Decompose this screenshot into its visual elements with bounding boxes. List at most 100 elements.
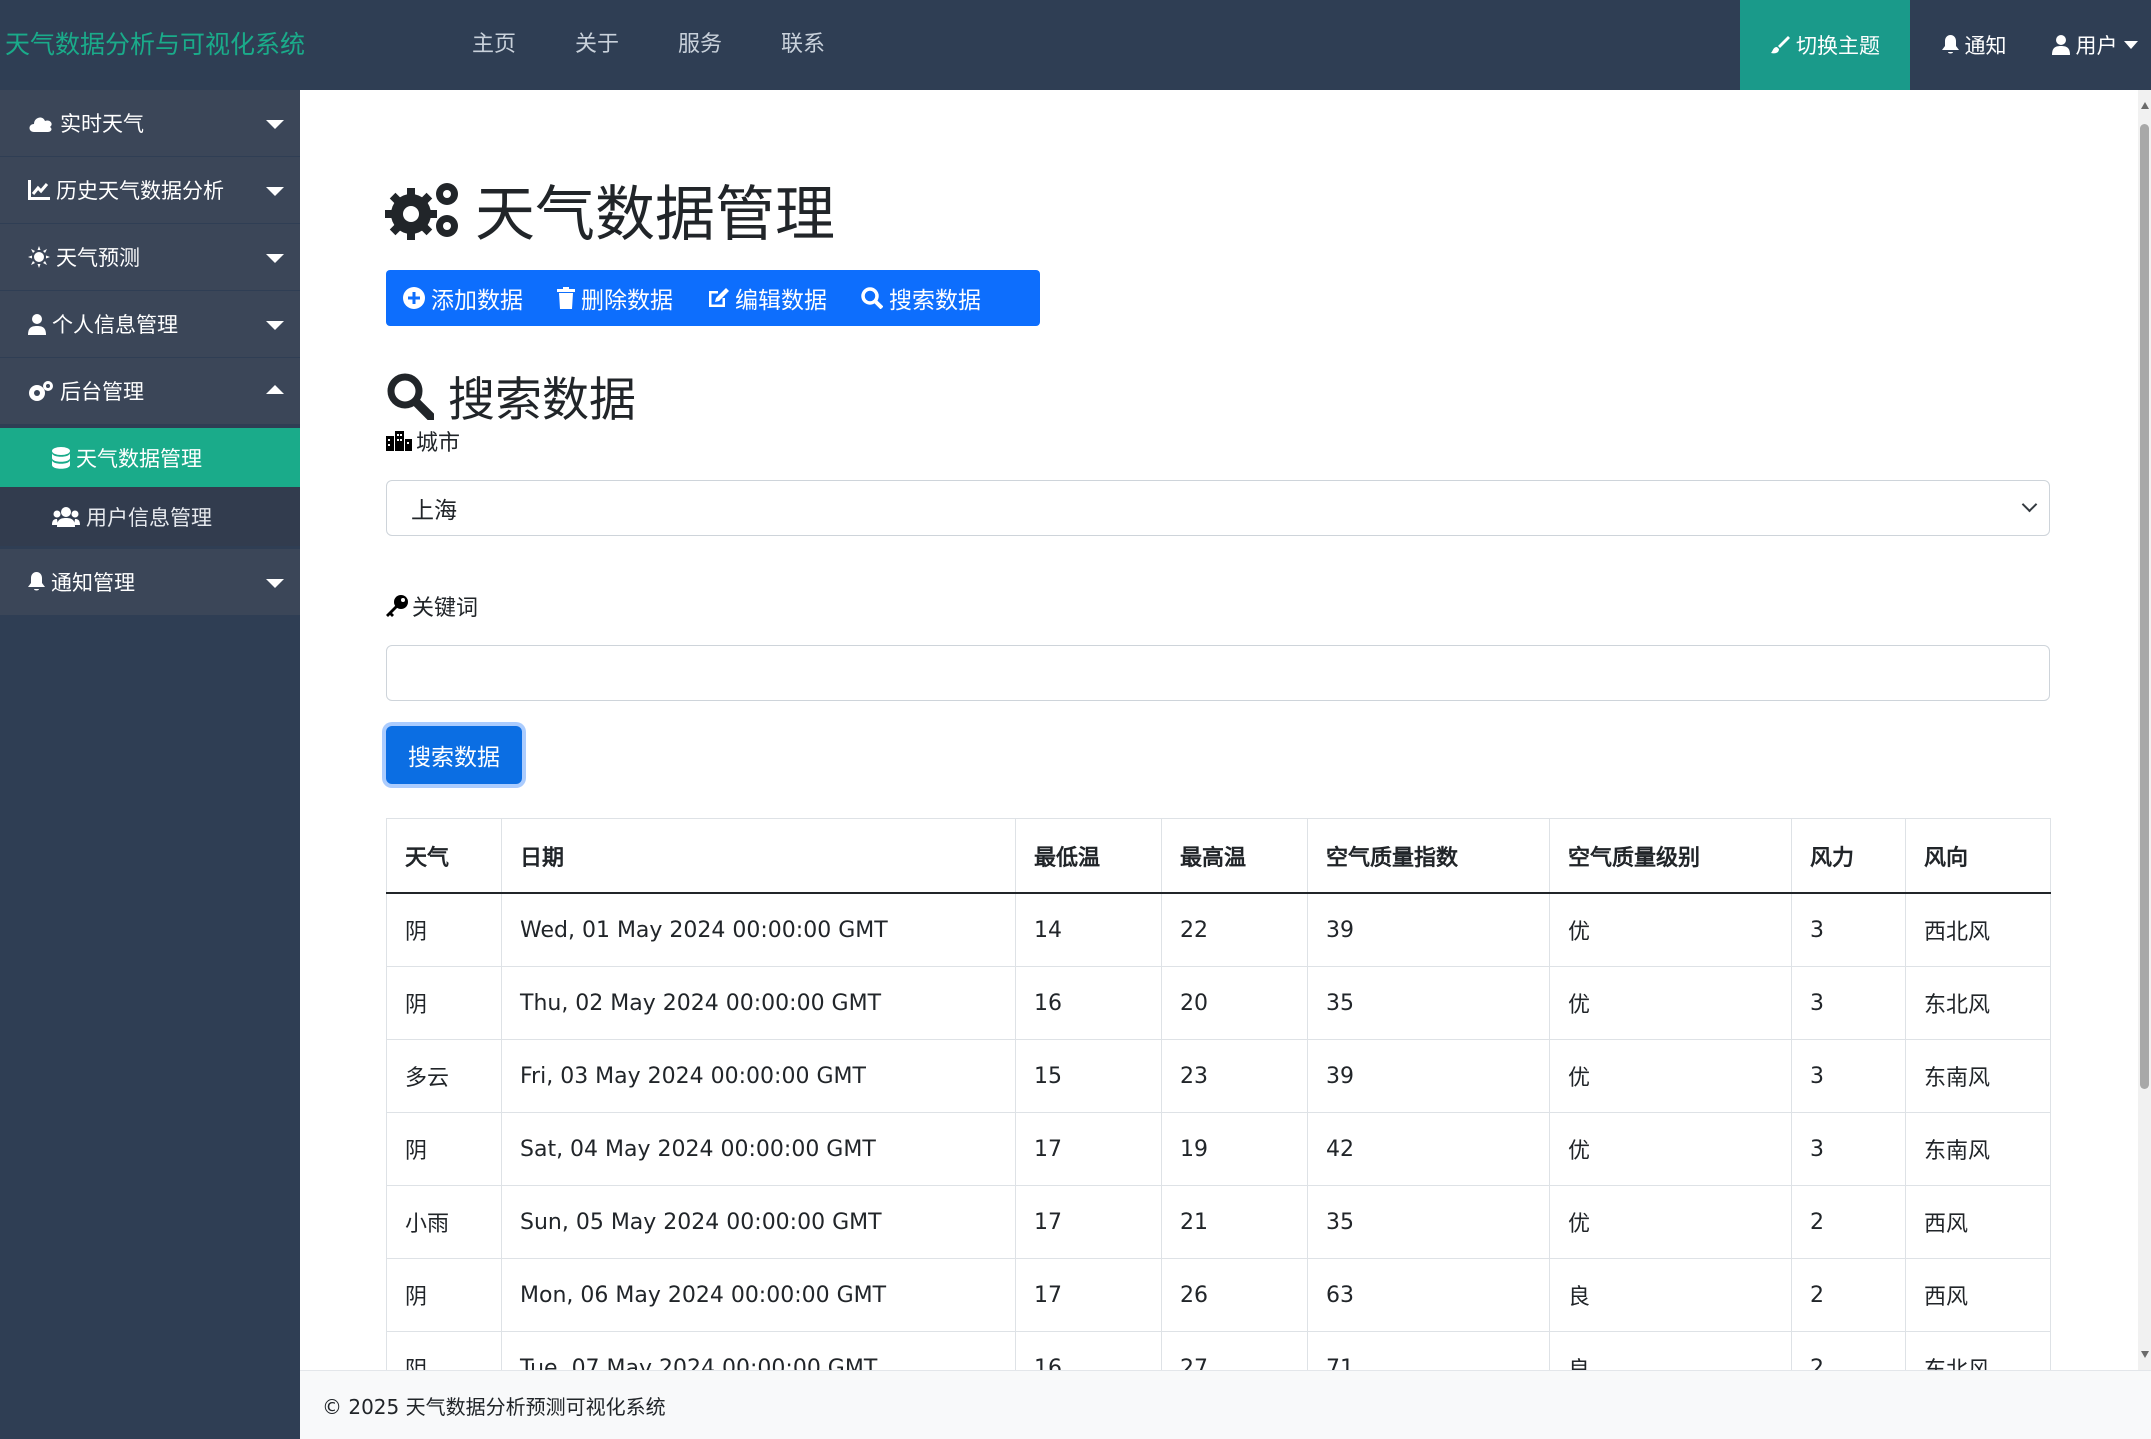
table-cell: 东南风 bbox=[1905, 1039, 2051, 1113]
table-cell: 63 bbox=[1307, 1258, 1550, 1332]
caret-down-icon bbox=[266, 254, 284, 263]
sidebar-subitem-weather-data[interactable]: 天气数据管理 bbox=[0, 428, 300, 487]
city-label: 城市 bbox=[386, 425, 460, 457]
switch-theme-button[interactable]: 切换主题 bbox=[1740, 0, 1910, 90]
sidebar-item-label: 实时天气 bbox=[60, 112, 144, 136]
column-header: 日期 bbox=[501, 818, 1016, 894]
table-cell: 27 bbox=[1161, 1331, 1308, 1370]
table-cell: Wed, 01 May 2024 00:00:00 GMT bbox=[501, 892, 1016, 967]
brush-icon bbox=[1771, 36, 1790, 54]
table-cell: 2 bbox=[1791, 1185, 1906, 1259]
table-row: 阴 Wed, 01 May 2024 00:00:00 GMT 14 22 39 优 3 西北… bbox=[386, 892, 2051, 967]
delete-data-label: 删除数据 bbox=[581, 288, 673, 314]
table-cell: 西风 bbox=[1905, 1185, 2051, 1259]
table-cell: 良 bbox=[1549, 1258, 1792, 1332]
sidebar-item-label: 后台管理 bbox=[60, 380, 144, 404]
table-cell: 16 bbox=[1015, 966, 1162, 1040]
scroll-down-icon[interactable] bbox=[2141, 1351, 2149, 1358]
database-icon bbox=[52, 446, 70, 469]
sidebar-item-profile[interactable]: 个人信息管理 bbox=[0, 291, 300, 357]
sidebar-item-label: 天气预测 bbox=[56, 246, 140, 270]
top-nav: 主页 关于 服务 联系 bbox=[472, 0, 825, 90]
cogs-icon bbox=[29, 381, 53, 401]
table-cell: 26 bbox=[1161, 1258, 1308, 1332]
city-select[interactable]: 上海 bbox=[386, 480, 2050, 536]
table-cell: 35 bbox=[1307, 966, 1550, 1040]
table-cell: 多云 bbox=[386, 1039, 502, 1113]
table-cell: 21 bbox=[1161, 1185, 1308, 1259]
search-data-button[interactable]: 搜索数据 bbox=[844, 270, 998, 326]
table-cell: 19 bbox=[1161, 1112, 1308, 1186]
table-cell: 阴 bbox=[386, 1258, 502, 1332]
column-header: 最高温 bbox=[1161, 818, 1308, 894]
table-row: 阴 Thu, 02 May 2024 00:00:00 GMT 16 20 35 优 3 东北… bbox=[386, 966, 2051, 1040]
table-cell: 3 bbox=[1791, 966, 1906, 1040]
chevron-down-icon bbox=[2123, 41, 2138, 49]
topbar-actions: 切换主题 通知 用户 bbox=[1740, 0, 2151, 90]
sidebar-item-realtime-weather[interactable]: 实时天气 bbox=[0, 90, 300, 156]
table-cell: 东北风 bbox=[1905, 966, 2051, 1040]
sidebar: 实时天气 历史天气数据分析 天气预测 个人信息管理 后台管理 天气数据管理 用户… bbox=[0, 90, 300, 1439]
edit-data-button[interactable]: 编辑数据 bbox=[690, 270, 844, 326]
city-select-value: 上海 bbox=[411, 498, 457, 524]
sidebar-item-admin[interactable]: 后台管理 bbox=[0, 358, 300, 424]
brand-title[interactable]: 天气数据分析与可视化系统 bbox=[5, 0, 305, 90]
scroll-up-icon[interactable] bbox=[2141, 102, 2149, 109]
caret-down-icon bbox=[266, 321, 284, 330]
caret-down-icon bbox=[266, 187, 284, 196]
sidebar-item-weather-forecast[interactable]: 天气预测 bbox=[0, 224, 300, 290]
search-submit-button[interactable]: 搜索数据 bbox=[386, 726, 522, 784]
table-row: 阴 Sat, 04 May 2024 00:00:00 GMT 17 19 42 优 3 东南… bbox=[386, 1112, 2051, 1186]
table-cell: 17 bbox=[1015, 1112, 1162, 1186]
nav-about[interactable]: 关于 bbox=[575, 0, 619, 90]
table-cell: 71 bbox=[1307, 1331, 1550, 1370]
table-cell: Mon, 06 May 2024 00:00:00 GMT bbox=[501, 1258, 1016, 1332]
sidebar-item-notification-mgmt[interactable]: 通知管理 bbox=[0, 549, 300, 615]
keyword-input[interactable] bbox=[386, 645, 2050, 701]
column-header: 天气 bbox=[386, 818, 502, 894]
key-icon bbox=[386, 595, 408, 617]
users-icon bbox=[52, 506, 80, 527]
sidebar-subitem-label: 用户信息管理 bbox=[86, 505, 212, 530]
trash-icon bbox=[557, 287, 575, 309]
table-cell: 20 bbox=[1161, 966, 1308, 1040]
nav-home[interactable]: 主页 bbox=[472, 0, 516, 90]
main-scrollbar[interactable] bbox=[2138, 90, 2151, 1370]
scrollbar-thumb[interactable] bbox=[2140, 124, 2149, 1089]
table-cell: 39 bbox=[1307, 1039, 1550, 1113]
sidebar-subitem-label: 天气数据管理 bbox=[76, 446, 202, 471]
user-menu-button[interactable]: 用户 bbox=[2038, 0, 2151, 90]
table-row: 阴Tue, 07 May 2024 00:00:00 GMT162771良2东北… bbox=[386, 1331, 2051, 1370]
table-cell: 优 bbox=[1549, 1039, 1792, 1113]
user-icon bbox=[28, 313, 46, 335]
user-icon bbox=[2051, 35, 2070, 55]
delete-data-button[interactable]: 删除数据 bbox=[540, 270, 690, 326]
table-cell: 3 bbox=[1791, 1112, 1906, 1186]
table-cell: 15 bbox=[1015, 1039, 1162, 1113]
table-row: 多云 Fri, 03 May 2024 00:00:00 GMT 15 23 39 优 3 东… bbox=[386, 1039, 2051, 1113]
add-data-button[interactable]: 添加数据 bbox=[386, 270, 540, 326]
nav-contact[interactable]: 联系 bbox=[781, 0, 825, 90]
sidebar-item-label: 个人信息管理 bbox=[52, 313, 178, 337]
sidebar-subitem-user-info[interactable]: 用户信息管理 bbox=[0, 487, 300, 546]
plus-circle-icon bbox=[403, 287, 425, 309]
table-cell: 3 bbox=[1791, 1039, 1906, 1113]
table-cell: 23 bbox=[1161, 1039, 1308, 1113]
sidebar-item-history-analysis[interactable]: 历史天气数据分析 bbox=[0, 157, 300, 223]
table-cell: 优 bbox=[1549, 1185, 1792, 1259]
main-content: 天气数据管理 添加数据 删除数据 编辑数据 搜索数据 搜索数据 城市 上海 关键… bbox=[300, 90, 2138, 1370]
table-cell: Sun, 05 May 2024 00:00:00 GMT bbox=[501, 1185, 1016, 1259]
nav-services[interactable]: 服务 bbox=[678, 0, 722, 90]
caret-down-icon bbox=[266, 579, 284, 588]
weather-data-table: 天气 日期 最低温 最高温 空气质量指数 空气质量级别 风力 风向 阴 Wed, … bbox=[386, 818, 2051, 1370]
edit-data-label: 编辑数据 bbox=[735, 288, 827, 314]
caret-up-icon bbox=[266, 385, 284, 394]
table-cell: 2 bbox=[1791, 1258, 1906, 1332]
table-cell: 优 bbox=[1549, 966, 1792, 1040]
table-header-row: 天气 日期 最低温 最高温 空气质量指数 空气质量级别 风力 风向 bbox=[386, 818, 2051, 894]
table-cell: 42 bbox=[1307, 1112, 1550, 1186]
column-header: 空气质量级别 bbox=[1549, 818, 1792, 894]
notifications-button[interactable]: 通知 bbox=[1910, 0, 2038, 90]
top-navbar: 天气数据分析与可视化系统 主页 关于 服务 联系 切换主题 通知 用户 bbox=[0, 0, 2151, 90]
keyword-label-text: 关键词 bbox=[412, 596, 479, 621]
